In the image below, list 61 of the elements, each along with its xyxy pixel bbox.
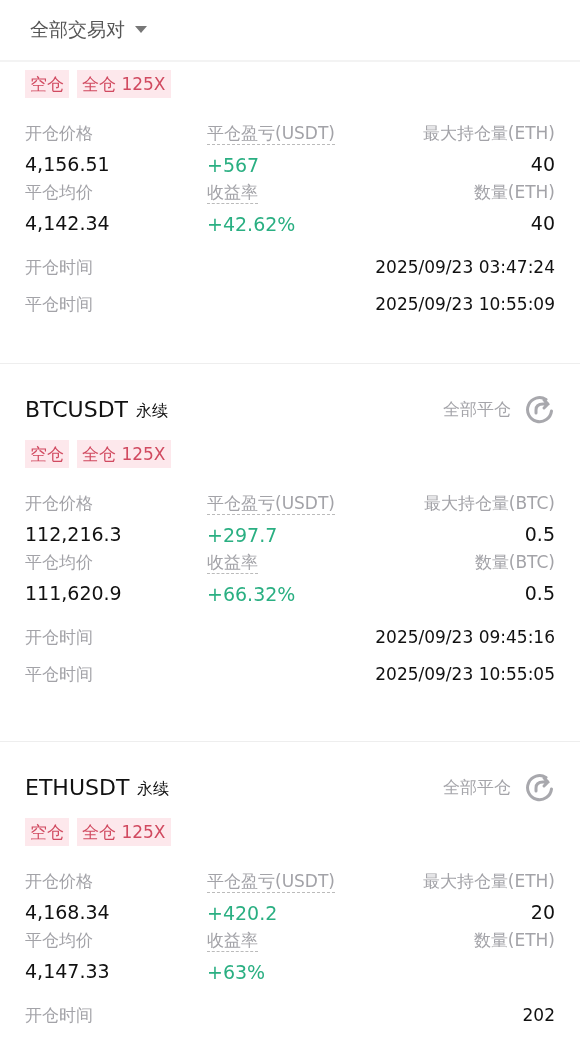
contract-type: 永续 bbox=[136, 400, 169, 422]
time-label: 开仓时间 bbox=[25, 1004, 93, 1026]
contract-type: 永续 bbox=[137, 778, 170, 800]
time-label: 开仓时间 bbox=[25, 256, 93, 278]
metric-value: 20 bbox=[530, 900, 555, 924]
metric-value: 0.5 bbox=[524, 581, 555, 605]
metric-label: 收益率 bbox=[207, 181, 258, 204]
position-tag: 空仓 bbox=[25, 440, 69, 468]
metric-value: 4,168.34 bbox=[25, 900, 111, 924]
pair-filter-dropdown[interactable]: 全部交易对 bbox=[30, 17, 147, 43]
metric-label: 数量(ETH) bbox=[473, 181, 555, 203]
position-tag: 空仓 bbox=[25, 70, 69, 98]
time-label: 平仓时间 bbox=[25, 293, 93, 315]
metric-label: 最大持仓量(BTC) bbox=[423, 492, 555, 514]
time-label: 平仓时间 bbox=[25, 663, 93, 685]
metric-value: +567 bbox=[207, 153, 260, 177]
metric-label: 最大持仓量(ETH) bbox=[422, 122, 555, 144]
position-tag: 全仓 125X bbox=[77, 440, 171, 468]
metric-label: 收益率 bbox=[207, 929, 258, 952]
metric-value: +420.2 bbox=[207, 901, 278, 925]
metric-value: 0.5 bbox=[524, 522, 555, 546]
metric-label: 开仓价格 bbox=[25, 492, 94, 514]
metric-label: 最大持仓量(ETH) bbox=[422, 870, 555, 892]
position-tag: 全仓 125X bbox=[77, 70, 171, 98]
time-value: 2025/09/23 10:55:05 bbox=[375, 664, 555, 684]
share-arrow-icon[interactable] bbox=[525, 394, 555, 424]
metric-label: 数量(BTC) bbox=[474, 551, 555, 573]
metric-value: 4,142.34 bbox=[25, 211, 111, 235]
metric-value: +297.7 bbox=[207, 523, 278, 547]
metric-label: 平仓均价 bbox=[25, 929, 94, 951]
position-tag: 空仓 bbox=[25, 818, 69, 846]
metric-value: 112,216.3 bbox=[25, 522, 123, 546]
metric-value: 111,620.9 bbox=[25, 581, 123, 605]
metric-value: 40 bbox=[530, 152, 555, 176]
metric-label: 平仓均价 bbox=[25, 551, 94, 573]
metric-value: 4,147.33 bbox=[25, 959, 111, 983]
metric-label: 平仓盈亏(USDT) bbox=[207, 122, 335, 145]
position-tag: 全仓 125X bbox=[77, 818, 171, 846]
time-value: 2025/09/23 03:47:24 bbox=[375, 257, 555, 277]
metric-label: 平仓均价 bbox=[25, 181, 94, 203]
metric-value: +66.32% bbox=[207, 582, 296, 606]
close-all-button[interactable]: 全部平仓 bbox=[443, 775, 511, 799]
metric-label: 数量(ETH) bbox=[473, 929, 555, 951]
metric-value: 40 bbox=[530, 211, 555, 235]
time-value: 202 bbox=[522, 1005, 555, 1025]
symbol-title: ETHUSDT bbox=[25, 774, 130, 800]
metric-label: 平仓盈亏(USDT) bbox=[207, 870, 335, 893]
metric-label: 收益率 bbox=[207, 551, 258, 574]
metric-value: 4,156.51 bbox=[25, 152, 111, 176]
share-arrow-icon[interactable] bbox=[525, 772, 555, 802]
close-all-button[interactable]: 全部平仓 bbox=[443, 397, 511, 421]
time-value: 2025/09/23 10:55:09 bbox=[375, 294, 555, 314]
symbol-title: BTCUSDT bbox=[25, 396, 129, 422]
metric-value: +63% bbox=[207, 960, 266, 984]
metric-label: 开仓价格 bbox=[25, 870, 94, 892]
time-value: 2025/09/23 09:45:16 bbox=[375, 627, 555, 647]
caret-icon bbox=[135, 26, 147, 34]
metric-value: +42.62% bbox=[207, 212, 296, 236]
metric-label: 平仓盈亏(USDT) bbox=[207, 492, 335, 515]
time-label: 开仓时间 bbox=[25, 626, 93, 648]
metric-label: 开仓价格 bbox=[25, 122, 94, 144]
